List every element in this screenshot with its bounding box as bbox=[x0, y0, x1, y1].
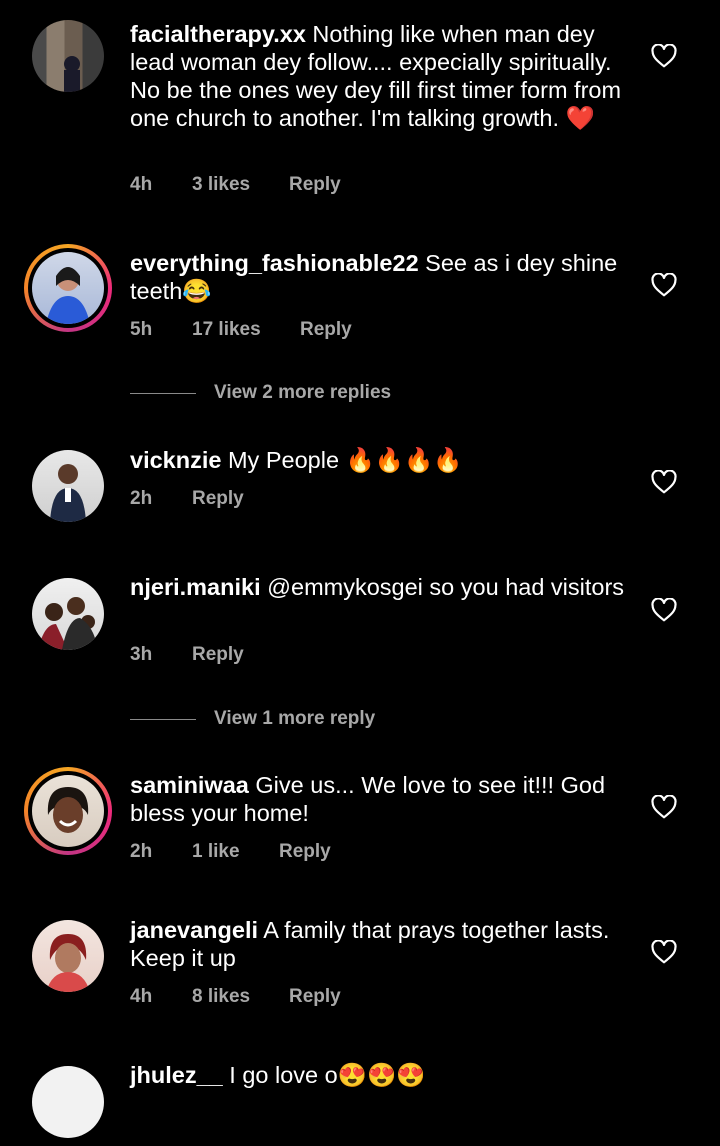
avatar[interactable] bbox=[24, 244, 112, 332]
comment-body: everything_fashionable22 See as i dey sh… bbox=[130, 249, 630, 305]
comment-meta: 4h 3 likes Reply bbox=[130, 174, 341, 196]
likes-count[interactable]: 3 likes bbox=[192, 174, 289, 196]
avatar[interactable] bbox=[24, 912, 112, 1000]
comment-text: I go love o😍😍😍 bbox=[222, 1062, 426, 1088]
timestamp: 2h bbox=[130, 488, 153, 509]
timestamp: 4h bbox=[130, 174, 153, 195]
username[interactable]: njeri.maniki bbox=[130, 574, 261, 600]
avatar[interactable] bbox=[24, 570, 112, 658]
username[interactable]: everything_fashionable22 bbox=[130, 250, 419, 276]
comment-body: facialtherapy.xx Nothing like when man d… bbox=[130, 20, 630, 132]
reply-button[interactable]: Reply bbox=[289, 174, 341, 196]
likes-count[interactable]: 17 likes bbox=[192, 319, 300, 341]
heart-outline-icon[interactable] bbox=[651, 273, 677, 297]
view-more-label: View 2 more replies bbox=[214, 382, 392, 403]
likes-count[interactable]: 1 like bbox=[192, 841, 279, 863]
reply-button[interactable]: Reply bbox=[192, 644, 244, 666]
comment-body: vicknzie My People 🔥🔥🔥🔥 bbox=[130, 446, 630, 474]
view-more-label: View 1 more reply bbox=[214, 708, 376, 729]
divider bbox=[130, 392, 196, 394]
view-more-replies[interactable]: View 2 more replies bbox=[130, 382, 391, 404]
comment-meta: 5h 17 likes Reply bbox=[130, 319, 352, 341]
heart-outline-icon[interactable] bbox=[651, 940, 677, 964]
comment-meta: 4h 8 likes Reply bbox=[130, 986, 341, 1008]
view-more-replies[interactable]: View 1 more reply bbox=[130, 708, 375, 730]
heart-outline-icon[interactable] bbox=[651, 795, 677, 819]
heart-outline-icon[interactable] bbox=[651, 598, 677, 622]
reply-button[interactable]: Reply bbox=[289, 986, 341, 1008]
username[interactable]: janevangeli bbox=[130, 917, 258, 943]
timestamp: 3h bbox=[130, 644, 153, 665]
comment-body: jhulez__ I go love o😍😍😍 bbox=[130, 1061, 630, 1089]
divider bbox=[130, 718, 196, 720]
comment-text: My People 🔥🔥🔥🔥 bbox=[221, 447, 463, 473]
comment-text: @emmykosgei so you had visitors bbox=[260, 574, 625, 600]
username[interactable]: jhulez__ bbox=[130, 1062, 223, 1088]
comment-meta: 2h 1 like Reply bbox=[130, 841, 331, 863]
username[interactable]: saminiwaa bbox=[130, 772, 249, 798]
timestamp: 2h bbox=[130, 841, 153, 862]
timestamp: 5h bbox=[130, 319, 153, 340]
comment-meta: 3h Reply bbox=[130, 644, 244, 666]
heart-outline-icon[interactable] bbox=[651, 44, 677, 68]
username[interactable]: vicknzie bbox=[130, 447, 221, 473]
avatar[interactable] bbox=[24, 767, 112, 855]
avatar[interactable] bbox=[24, 12, 112, 100]
avatar[interactable] bbox=[24, 442, 112, 530]
username[interactable]: facialtherapy.xx bbox=[130, 21, 306, 47]
reply-button[interactable]: Reply bbox=[300, 319, 352, 341]
comment-body: janevangeli A family that prays together… bbox=[130, 916, 630, 972]
heart-outline-icon[interactable] bbox=[651, 470, 677, 494]
likes-count[interactable]: 8 likes bbox=[192, 986, 289, 1008]
comment-meta: 2h Reply bbox=[130, 488, 244, 510]
reply-button[interactable]: Reply bbox=[279, 841, 331, 863]
avatar[interactable] bbox=[24, 1058, 112, 1146]
comment-body: saminiwaa Give us... We love to see it!!… bbox=[130, 771, 630, 827]
timestamp: 4h bbox=[130, 986, 153, 1007]
comment-body: njeri.maniki @emmykosgei so you had visi… bbox=[130, 573, 630, 601]
reply-button[interactable]: Reply bbox=[192, 488, 244, 510]
